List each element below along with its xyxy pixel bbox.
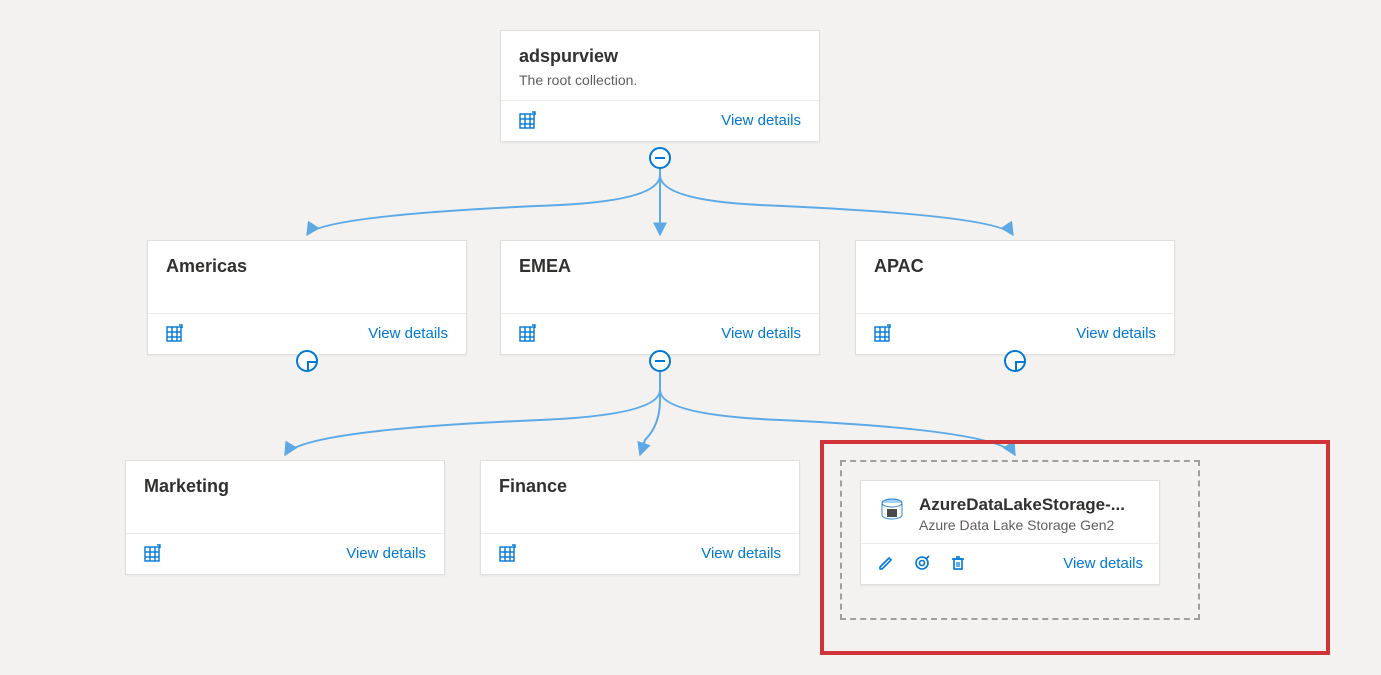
grid-icon[interactable] <box>874 324 892 342</box>
view-details-link[interactable]: View details <box>368 325 448 342</box>
grid-icon[interactable] <box>519 324 537 342</box>
grid-icon[interactable] <box>166 324 184 342</box>
card-title: APAC <box>874 255 1156 278</box>
collection-card-finance[interactable]: Finance View details <box>480 460 800 575</box>
card-subtitle: The root collection. <box>519 72 801 88</box>
view-details-link[interactable]: View details <box>346 545 426 562</box>
collapse-toggle-emea[interactable] <box>649 350 671 372</box>
source-title: AzureDataLakeStorage-... <box>919 495 1143 515</box>
card-title: adspurview <box>519 45 801 68</box>
grid-icon[interactable] <box>499 544 517 562</box>
collapse-toggle-root[interactable] <box>649 147 671 169</box>
grid-icon[interactable] <box>144 544 162 562</box>
edit-icon[interactable] <box>877 554 895 572</box>
source-subtitle: Azure Data Lake Storage Gen2 <box>919 517 1143 533</box>
view-details-link[interactable]: View details <box>1063 555 1143 572</box>
collection-card-apac[interactable]: APAC View details <box>855 240 1175 355</box>
card-title: EMEA <box>519 255 801 278</box>
view-details-link[interactable]: View details <box>701 545 781 562</box>
expand-toggle-americas[interactable] <box>296 350 318 372</box>
collection-card-marketing[interactable]: Marketing View details <box>125 460 445 575</box>
view-details-link[interactable]: View details <box>721 325 801 342</box>
card-title: Finance <box>499 475 781 498</box>
card-title: Americas <box>166 255 448 278</box>
delete-icon[interactable] <box>949 554 967 572</box>
collection-card-emea[interactable]: EMEA View details <box>500 240 820 355</box>
view-details-link[interactable]: View details <box>721 112 801 129</box>
data-source-card[interactable]: AzureDataLakeStorage-... Azure Data Lake… <box>860 480 1160 585</box>
collection-card-root[interactable]: adspurview The root collection. View det… <box>500 30 820 142</box>
collection-card-americas[interactable]: Americas View details <box>147 240 467 355</box>
view-details-link[interactable]: View details <box>1076 325 1156 342</box>
scan-icon[interactable] <box>913 554 931 572</box>
expand-toggle-apac[interactable] <box>1004 350 1026 372</box>
data-lake-icon <box>877 495 907 530</box>
grid-icon[interactable] <box>519 111 537 129</box>
card-title: Marketing <box>144 475 426 498</box>
